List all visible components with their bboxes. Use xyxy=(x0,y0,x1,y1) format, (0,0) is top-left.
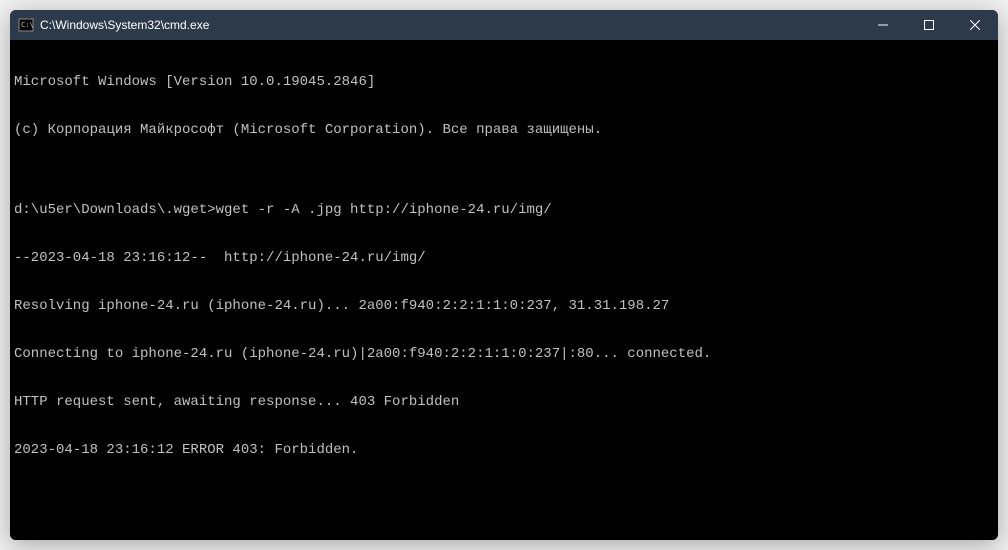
maximize-button[interactable] xyxy=(906,10,952,40)
terminal-line: Connecting to iphone-24.ru (iphone-24.ru… xyxy=(14,346,994,362)
window-controls xyxy=(860,10,998,40)
cmd-window: C:\ C:\Windows\System32\cmd.exe Microsof… xyxy=(10,10,998,540)
cmd-icon: C:\ xyxy=(18,17,34,33)
terminal-line: (c) Корпорация Майкрософт (Microsoft Cor… xyxy=(14,122,994,138)
terminal-line: Resolving iphone-24.ru (iphone-24.ru)...… xyxy=(14,298,994,314)
terminal-line: 2023-04-18 23:16:12 ERROR 403: Forbidden… xyxy=(14,442,994,458)
terminal-line: d:\u5er\Downloads\.wget>wget -r -A .jpg … xyxy=(14,202,994,218)
titlebar[interactable]: C:\ C:\Windows\System32\cmd.exe xyxy=(10,10,998,40)
close-button[interactable] xyxy=(952,10,998,40)
terminal-line: Microsoft Windows [Version 10.0.19045.28… xyxy=(14,74,994,90)
terminal-line: --2023-04-18 23:16:12-- http://iphone-24… xyxy=(14,250,994,266)
terminal-line: HTTP request sent, awaiting response... … xyxy=(14,394,994,410)
window-title: C:\Windows\System32\cmd.exe xyxy=(40,18,860,32)
terminal-output[interactable]: Microsoft Windows [Version 10.0.19045.28… xyxy=(10,40,998,540)
minimize-button[interactable] xyxy=(860,10,906,40)
svg-text:C:\: C:\ xyxy=(21,21,34,29)
